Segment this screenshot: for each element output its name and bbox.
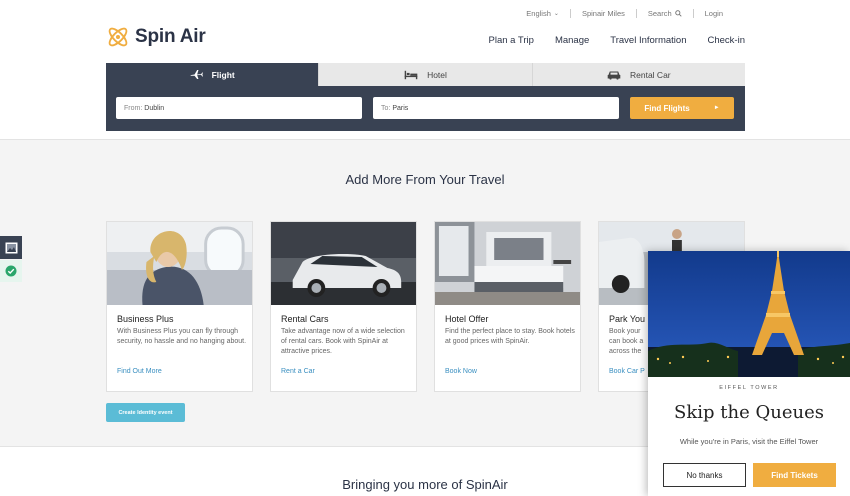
to-value: Paris: [392, 104, 409, 112]
card-link[interactable]: Book Car P: [609, 368, 645, 375]
brand-name: Spin Air: [135, 26, 206, 47]
card-description: Take advantage now of a wide selection o…: [281, 328, 405, 355]
image-frame-icon: [5, 242, 17, 253]
create-identity-event-button[interactable]: Create Identity event: [106, 403, 185, 422]
login-link[interactable]: Login: [694, 9, 734, 18]
bed-icon: [404, 70, 418, 79]
find-flights-label: Find Flights: [644, 103, 690, 113]
popup-subtitle: While you're in Paris, visit the Eiffel …: [679, 437, 819, 446]
tab-hotel[interactable]: Hotel: [318, 63, 532, 86]
side-widget-tab[interactable]: [0, 236, 22, 259]
card-title: Park You: [609, 314, 646, 324]
popup-eyebrow: EIFFEL TOWER: [719, 385, 779, 391]
popup-title: Skip the Queues: [674, 402, 824, 423]
brand-logo[interactable]: Spin Air: [106, 25, 206, 49]
card-link[interactable]: Book Now: [445, 368, 477, 375]
airplane-icon: [190, 69, 203, 80]
nav-manage[interactable]: Manage: [555, 35, 589, 46]
login-label: Login: [704, 9, 723, 18]
section-title: Add More From Your Travel: [345, 172, 505, 187]
rental-car-image: [271, 222, 416, 305]
atom-logo-icon: [108, 27, 128, 47]
miles-label: Spinair Miles: [581, 9, 625, 18]
tab-flight[interactable]: Flight: [106, 63, 319, 86]
from-value: Dublin: [144, 104, 165, 112]
card-title: Rental Cars: [281, 314, 329, 324]
miles-link[interactable]: Spinair Miles: [571, 9, 636, 18]
find-flights-button[interactable]: Find Flights ►: [630, 97, 734, 119]
popup-actions: No thanks Find Tickets: [663, 463, 836, 487]
card-title: Hotel Offer: [445, 314, 489, 324]
no-thanks-button[interactable]: No thanks: [663, 463, 746, 487]
card-title: Business Plus: [117, 314, 174, 324]
from-label: From:: [124, 104, 143, 112]
booking-tabs: Flight Hotel Rental Car: [106, 63, 745, 86]
booking-fields: From: Dublin To: Paris Find Flights ►: [116, 97, 734, 119]
main-nav: Plan a Trip Manage Travel Information Ch…: [489, 35, 745, 46]
language-select[interactable]: English ⌄: [515, 9, 570, 18]
card-description: With Business Plus you can fly through s…: [117, 328, 247, 345]
utility-nav: English ⌄ Spinair Miles Search Login: [515, 9, 734, 18]
eiffel-tower-image: [648, 251, 850, 377]
find-tickets-button[interactable]: Find Tickets: [753, 463, 836, 487]
language-label: English: [526, 9, 551, 18]
search-label: Search: [647, 9, 672, 18]
tab-rental-car-label: Rental Car: [630, 69, 671, 80]
card-hotel-offer[interactable]: Hotel Offer Find the perfect place to st…: [434, 221, 581, 392]
search-icon: [674, 10, 682, 17]
car-icon: [607, 71, 621, 80]
card-business-plus[interactable]: Business Plus With Business Plus you can…: [106, 221, 253, 392]
caret-right-icon: ►: [713, 105, 720, 111]
to-field[interactable]: To: Paris: [373, 97, 619, 119]
tab-hotel-label: Hotel: [427, 69, 447, 80]
nav-plan-trip[interactable]: Plan a Trip: [489, 35, 534, 46]
site-header: Spin Air English ⌄ Spinair Miles Search L…: [0, 0, 850, 140]
tab-rental-car[interactable]: Rental Car: [531, 63, 745, 86]
card-link[interactable]: Find Out More: [117, 368, 162, 375]
nav-check-in[interactable]: Check-in: [708, 35, 746, 46]
chevron-down-icon: ⌄: [553, 11, 559, 17]
business-plus-image: [107, 222, 252, 305]
booking-widget: Flight Hotel Rental Car From: Dublin To:…: [106, 63, 745, 131]
tab-flight-label: Flight: [211, 69, 235, 80]
search-link[interactable]: Search: [637, 9, 693, 18]
to-label: To:: [381, 104, 391, 112]
card-rental-cars[interactable]: Rental Cars Take advantage now of a wide…: [270, 221, 417, 392]
card-description: Find the perfect place to stay. Book hot…: [445, 328, 575, 345]
from-field[interactable]: From: Dublin: [116, 97, 362, 119]
nav-travel-information[interactable]: Travel Information: [610, 35, 686, 46]
eiffel-tower-popup: EIFFEL TOWER Skip the Queues While you'r…: [648, 251, 850, 496]
check-circle-icon: [5, 265, 17, 277]
card-link[interactable]: Rent a Car: [281, 368, 315, 375]
side-check-tab[interactable]: [0, 260, 22, 282]
hotel-room-image: [435, 222, 580, 305]
